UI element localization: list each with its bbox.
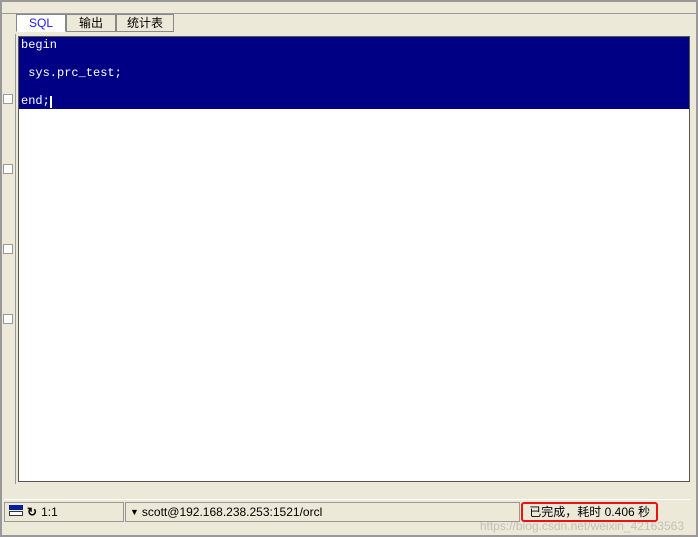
tab-output[interactable]: 输出: [66, 14, 116, 32]
gutter-toggle[interactable]: [3, 164, 13, 174]
tab-sql[interactable]: SQL: [16, 14, 66, 32]
cursor-position: 1:1: [41, 505, 58, 519]
status-done-message: 已完成，耗时 0.406 秒: [521, 502, 658, 522]
layout-icon[interactable]: [9, 505, 23, 519]
gutter-toggle[interactable]: [3, 244, 13, 254]
tab-stats[interactable]: 统计表: [116, 14, 174, 32]
editor-selection: begin sys.prc_test; end;: [19, 37, 689, 109]
refresh-icon[interactable]: ↻: [27, 505, 37, 519]
tab-row: SQL 输出 统计表: [2, 14, 696, 34]
left-gutter: [2, 34, 16, 484]
connection-string: scott@192.168.238.253:1521/orcl: [142, 505, 322, 519]
status-bar: ↻ 1:1 ▼ scott@192.168.238.253:1521/orcl …: [4, 499, 690, 523]
gutter-toggle[interactable]: [3, 314, 13, 324]
dropdown-arrow-icon[interactable]: ▼: [130, 507, 139, 517]
gutter-toggle[interactable]: [3, 94, 13, 104]
sql-editor[interactable]: begin sys.prc_test; end;: [18, 36, 690, 482]
